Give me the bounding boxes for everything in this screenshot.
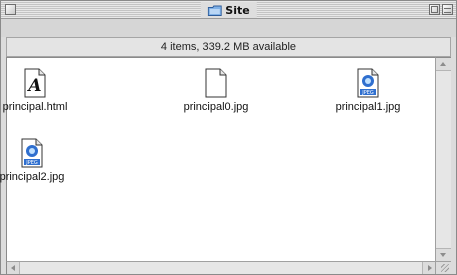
- file-item-principal0-jpg[interactable]: principal0.jpg: [166, 64, 266, 113]
- blank-document-icon: [205, 68, 227, 98]
- title-bar[interactable]: Site: [1, 1, 456, 19]
- jpeg-document-icon: JPEG: [21, 138, 43, 168]
- zoom-box-icon[interactable]: [429, 4, 440, 15]
- svg-text:A: A: [26, 76, 41, 96]
- file-name: principal1.jpg: [335, 101, 401, 113]
- status-area: [1, 19, 456, 37]
- jpeg-document-icon: JPEG: [357, 68, 379, 98]
- svg-text:JPEG: JPEG: [361, 90, 374, 96]
- horizontal-scrollbar[interactable]: [6, 261, 435, 274]
- scroll-down-arrow-icon[interactable]: [436, 248, 451, 261]
- scroll-right-arrow-icon[interactable]: [422, 262, 435, 274]
- window-title-text: Site: [225, 3, 250, 17]
- file-list-area[interactable]: A principal.html principal0.jpg JPEG pri…: [0, 57, 435, 261]
- scroll-left-arrow-icon[interactable]: [7, 262, 20, 274]
- collapse-box-icon[interactable]: [442, 4, 453, 15]
- file-name: principal0.jpg: [183, 101, 249, 113]
- window-title: Site: [200, 2, 257, 18]
- resize-grow-box-icon[interactable]: [435, 261, 451, 274]
- file-item-principal2-jpg[interactable]: JPEG principal2.jpg: [0, 134, 82, 183]
- file-item-principal-html[interactable]: A principal.html: [0, 64, 85, 113]
- folder-icon: [207, 5, 222, 16]
- scroll-up-arrow-icon[interactable]: [436, 58, 451, 71]
- file-name: principal.html: [2, 101, 68, 113]
- close-box-icon[interactable]: [5, 4, 16, 15]
- file-name: principal2.jpg: [0, 171, 65, 183]
- vertical-scrollbar[interactable]: [435, 57, 451, 261]
- status-text: 4 items, 339.2 MB available: [160, 41, 297, 53]
- file-item-principal1-jpg[interactable]: JPEG principal1.jpg: [318, 64, 418, 113]
- html-document-icon: A: [24, 68, 46, 98]
- status-bar: 4 items, 339.2 MB available: [6, 37, 451, 57]
- finder-window: Site 4 items, 339.2 MB available A princ…: [0, 0, 457, 275]
- svg-text:JPEG: JPEG: [25, 160, 38, 166]
